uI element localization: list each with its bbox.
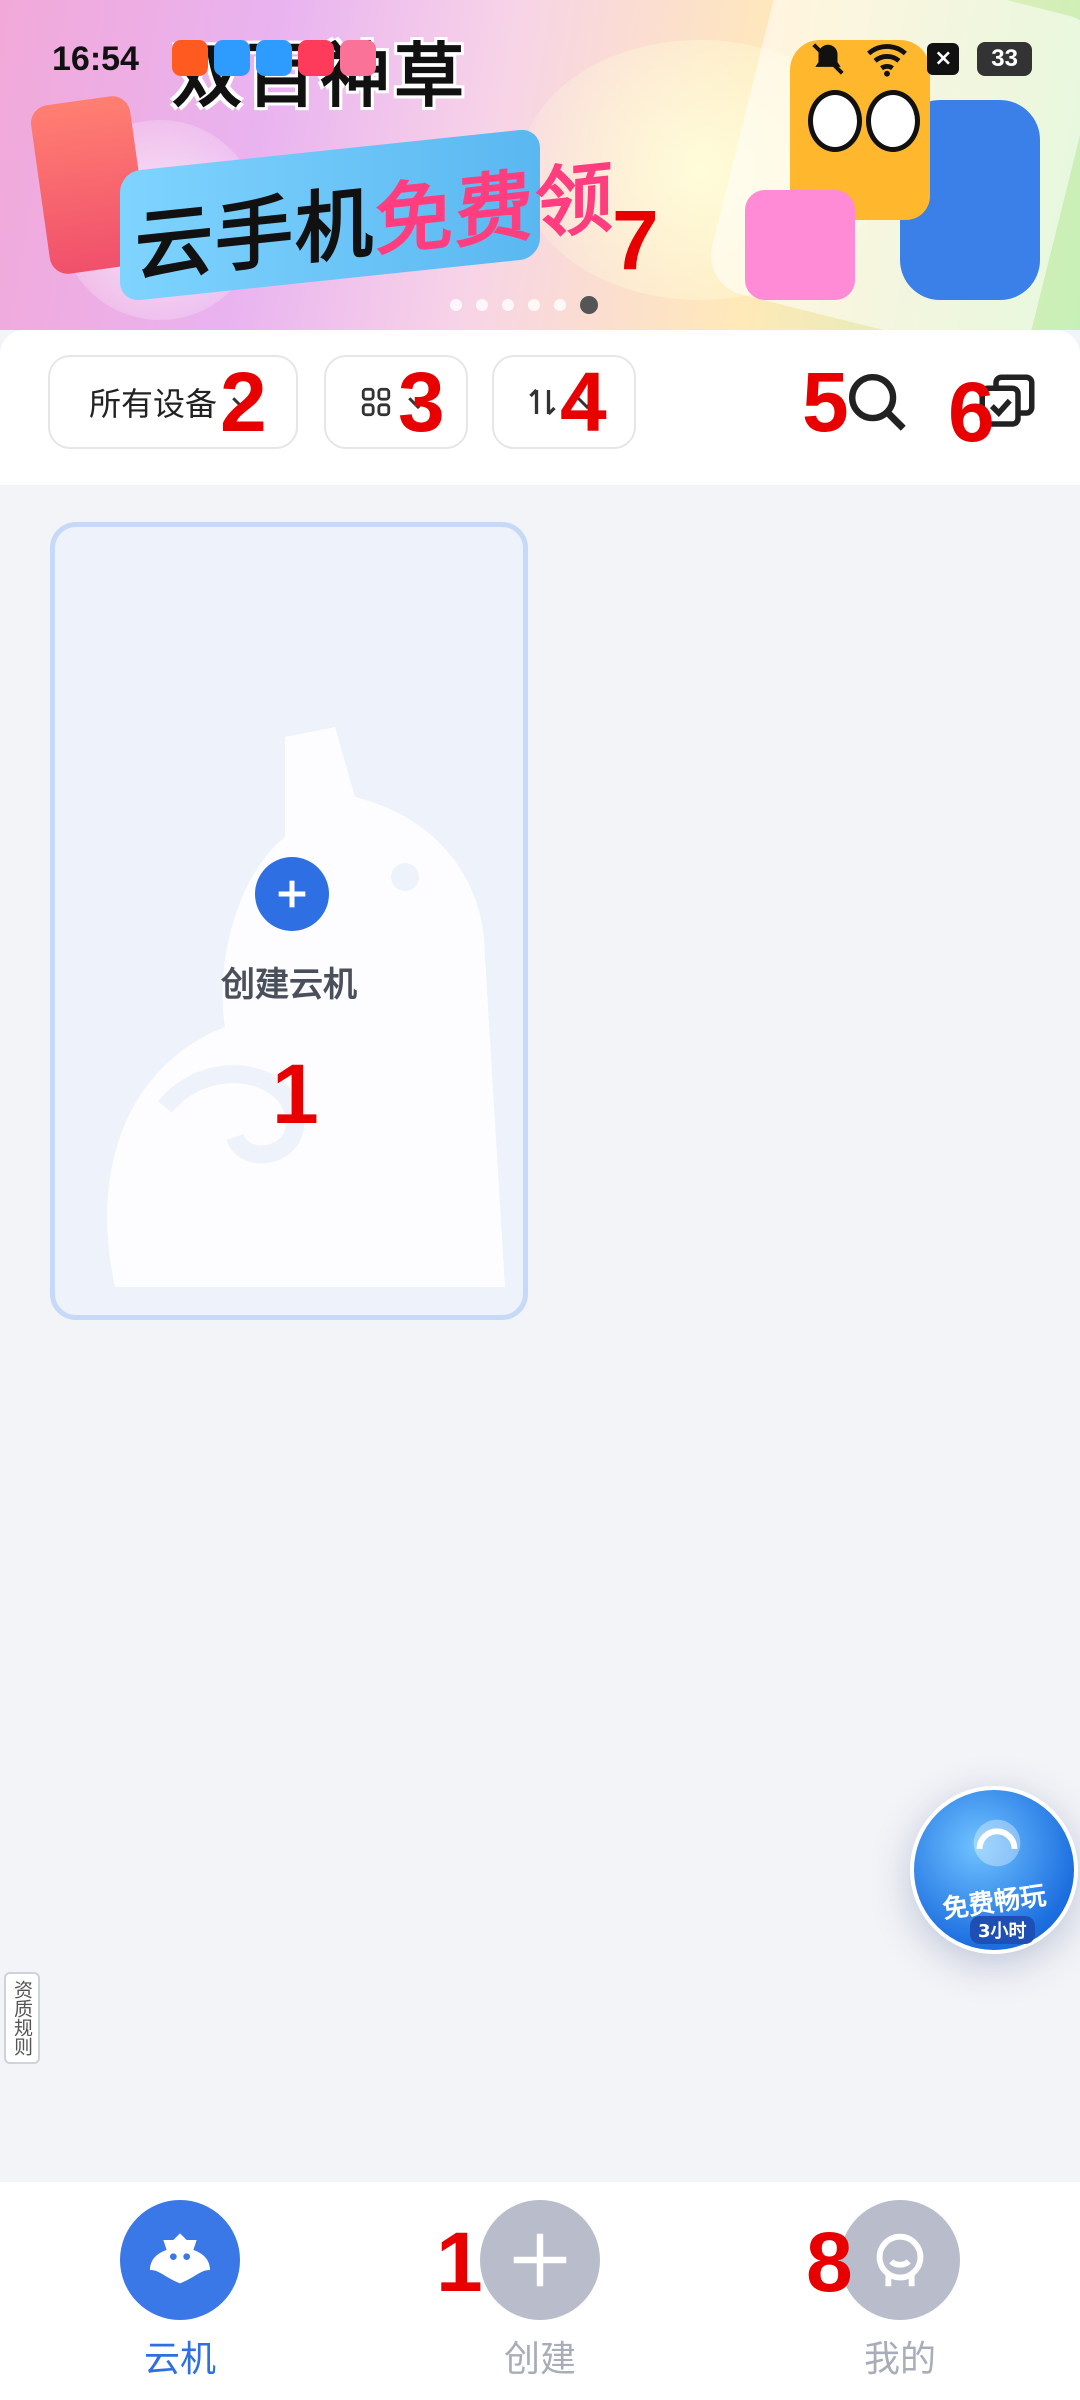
search-icon bbox=[849, 374, 906, 431]
bilibili-app-icon bbox=[340, 40, 376, 76]
plus-icon bbox=[278, 880, 306, 908]
create-cloud-phone-card[interactable]: 创建云机 bbox=[50, 522, 528, 1320]
pagination-dot[interactable] bbox=[528, 299, 540, 311]
cloud-phone-icon bbox=[120, 2200, 240, 2320]
sort-icon bbox=[529, 388, 556, 416]
mascot-watermark-icon bbox=[107, 727, 505, 1287]
view-mode-dropdown[interactable] bbox=[324, 355, 468, 449]
status-bar: 16:54 × 33 bbox=[0, 0, 1080, 120]
device-filter-label: 所有设备 bbox=[88, 385, 217, 423]
filter-toolbar: 所有设备 bbox=[0, 330, 1080, 485]
annotation-marker-1: 1 bbox=[272, 1047, 319, 1141]
promo-subtitle: 3小时 bbox=[970, 1916, 1035, 1944]
free-play-promo-button[interactable]: 免费畅玩 3小时 bbox=[910, 1786, 1078, 1954]
add-button[interactable] bbox=[255, 857, 329, 931]
profile-icon bbox=[840, 2200, 960, 2320]
grid-icon bbox=[361, 387, 391, 417]
notification-icons bbox=[172, 40, 376, 76]
nav-label: 云机 bbox=[143, 2339, 216, 2380]
status-indicators: × 33 bbox=[809, 40, 1032, 78]
shopping-bag-icon bbox=[745, 190, 855, 300]
mute-icon bbox=[812, 43, 844, 75]
pagination-dot[interactable] bbox=[554, 299, 566, 311]
annotation-marker-6: 6 bbox=[948, 365, 995, 459]
bottom-navigation: 云机 创建 我的 bbox=[0, 2182, 1080, 2400]
annotation-marker-2: 2 bbox=[220, 355, 267, 449]
banner-pagination bbox=[450, 296, 598, 314]
app-notification-icon bbox=[172, 40, 208, 76]
pagination-dot[interactable] bbox=[476, 299, 488, 311]
create-card-label: 创建云机 bbox=[221, 965, 357, 1005]
search-button[interactable] bbox=[840, 365, 914, 439]
app-screen: 云手机免费领 双百神草 16:54 × 33 所有设备 创建云机 资质规则 免费… bbox=[0, 0, 1080, 2400]
music-app-icon bbox=[298, 40, 334, 76]
nav-label: 创建 bbox=[503, 2339, 576, 2380]
annotation-marker-5: 5 bbox=[802, 355, 849, 449]
pagination-dot[interactable] bbox=[450, 299, 462, 311]
annotation-marker-1: 1 bbox=[436, 2215, 483, 2309]
plus-icon bbox=[480, 2200, 600, 2320]
app-notification-icon bbox=[214, 40, 250, 76]
pagination-dot-active[interactable] bbox=[580, 296, 598, 314]
wifi-icon bbox=[867, 44, 908, 77]
no-sim-icon: × bbox=[927, 43, 960, 75]
annotation-marker-4: 4 bbox=[560, 355, 607, 449]
annotation-marker-7: 7 bbox=[612, 193, 659, 287]
annotation-marker-8: 8 bbox=[806, 2215, 853, 2309]
nav-item-cloud-phone[interactable]: 云机 bbox=[80, 2200, 280, 2382]
promo-banner[interactable]: 云手机免费领 双百神草 16:54 × 33 bbox=[0, 0, 1080, 330]
qualification-rules-tab[interactable]: 资质规则 bbox=[4, 1972, 40, 2064]
app-notification-icon bbox=[256, 40, 292, 76]
annotation-marker-3: 3 bbox=[398, 355, 445, 449]
headset-icon bbox=[973, 1819, 1021, 1867]
pagination-dot[interactable] bbox=[502, 299, 514, 311]
status-time: 16:54 bbox=[52, 40, 139, 78]
nav-label: 我的 bbox=[863, 2339, 936, 2380]
battery-indicator: 33 bbox=[977, 42, 1032, 76]
